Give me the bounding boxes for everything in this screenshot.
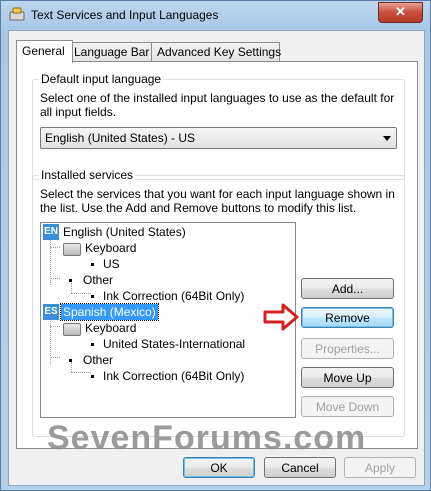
default-language-value: English (United States) - US — [45, 131, 196, 145]
bullet-icon — [91, 343, 94, 346]
watermark-text: SevenForums.com — [47, 419, 367, 457]
keyboard-icon — [63, 243, 81, 256]
keyboard-app-icon — [9, 7, 25, 21]
apply-button[interactable]: Apply — [344, 457, 416, 478]
tab-advanced-key-settings[interactable]: Advanced Key Settings — [151, 42, 281, 62]
bullet-icon — [91, 295, 94, 298]
bullet-icon — [69, 359, 72, 362]
installed-services-group-label: Installed services — [39, 168, 136, 182]
dialog-window: Text Services and Input Languages ✕ Gene… — [0, 0, 431, 491]
keyboard-icon — [63, 323, 81, 336]
tree-item-label: United States-International — [103, 337, 246, 351]
tab-panel-general: Default input language Select one of the… — [16, 61, 418, 449]
tree-connector — [71, 372, 91, 373]
installed-services-description: Select the services that you want for ea… — [40, 187, 395, 215]
tree-item-label: Keyboard — [85, 241, 137, 255]
tree-item-label: Other — [83, 273, 114, 287]
tree-connector — [71, 362, 72, 372]
move-up-button[interactable]: Move Up — [301, 367, 394, 388]
tree-item-label: Other — [83, 353, 114, 367]
bullet-icon — [91, 263, 94, 266]
move-down-button[interactable]: Move Down — [301, 396, 394, 417]
chevron-down-icon — [383, 136, 391, 141]
tree-connector — [71, 293, 91, 294]
cancel-button[interactable]: Cancel — [264, 457, 336, 478]
tree-item-label: Ink Correction (64Bit Only) — [103, 289, 245, 303]
tree-item-label-selected: Spanish (Mexico) — [60, 303, 159, 321]
default-language-description: Select one of the installed input langua… — [40, 91, 395, 119]
tree-item-label: Ink Correction (64Bit Only) — [103, 369, 245, 383]
red-arrow-annotation-icon — [263, 303, 299, 331]
tree-connector — [50, 326, 60, 327]
dialog-client: General Language Bar Advanced Key Settin… — [8, 30, 425, 486]
installed-services-tree[interactable]: EN English (United States) Keyboard US O… — [40, 222, 296, 418]
add-button[interactable]: Add... — [301, 278, 394, 299]
tab-language-bar[interactable]: Language Bar — [68, 42, 156, 62]
bullet-icon — [69, 279, 72, 282]
window-title: Text Services and Input Languages — [31, 8, 219, 22]
default-language-group: Default input language Select one of the… — [32, 72, 405, 180]
bullet-icon — [91, 375, 94, 378]
tree-item-label: English (United States) — [63, 225, 186, 239]
ok-button[interactable]: OK — [183, 457, 255, 478]
title-bar[interactable]: Text Services and Input Languages ✕ — [1, 1, 430, 29]
default-language-group-label: Default input language — [39, 72, 164, 86]
tree-connector — [71, 283, 72, 293]
language-es-icon: ES — [43, 304, 59, 320]
tree-connector — [50, 278, 60, 279]
properties-button[interactable]: Properties... — [301, 338, 394, 359]
tree-connector — [50, 357, 60, 358]
close-button[interactable]: ✕ — [378, 2, 423, 23]
tree-connector — [50, 247, 60, 248]
tab-general[interactable]: General — [16, 40, 73, 63]
default-language-dropdown[interactable]: English (United States) - US — [40, 127, 397, 149]
language-en-icon: EN — [43, 224, 59, 240]
remove-button[interactable]: Remove — [301, 307, 394, 328]
tree-item-label: Keyboard — [85, 321, 137, 335]
tree-item-label: US — [103, 257, 120, 271]
